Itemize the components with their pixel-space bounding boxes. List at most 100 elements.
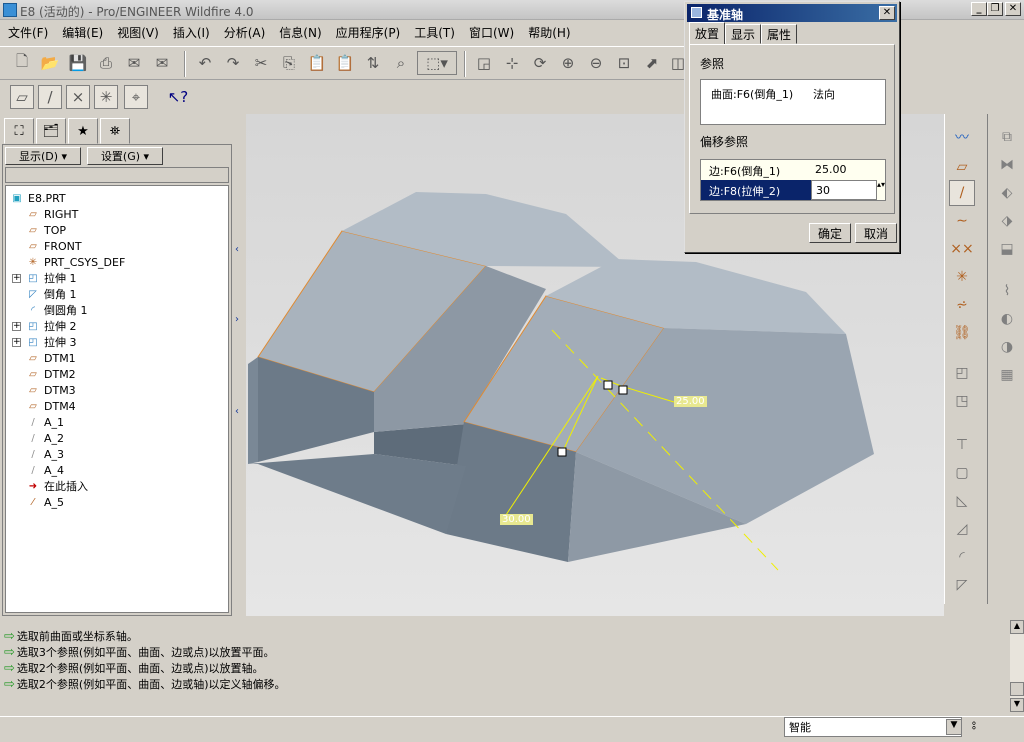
- show-dropdown[interactable]: 显示(D) ▾: [5, 147, 81, 165]
- datum-axis-tool-icon[interactable]: /: [949, 180, 975, 206]
- tree-item[interactable]: ✳ PRT_CSYS_DEF: [26, 254, 126, 270]
- tree-item[interactable]: ▱ DTM3: [26, 382, 76, 398]
- tree-item[interactable]: ◰ 拉伸 1: [26, 270, 76, 286]
- datum-curve-tool-icon[interactable]: ∼: [949, 208, 975, 234]
- print-icon[interactable]: ⎙: [94, 51, 118, 75]
- close-icon[interactable]: ✕: [1005, 2, 1021, 16]
- tree-item[interactable]: ▱ TOP: [26, 222, 66, 238]
- tree-item[interactable]: ⁄ A_5: [26, 494, 64, 510]
- tree-item[interactable]: ▱ RIGHT: [26, 206, 78, 222]
- reference-item-constraint[interactable]: 法向: [813, 86, 835, 102]
- tab-placement[interactable]: 放置: [689, 22, 725, 44]
- dialog-title-bar[interactable]: 基准轴 ✕: [687, 4, 897, 22]
- tree-item[interactable]: ◜ 倒圆角 1: [26, 302, 87, 318]
- trim-icon[interactable]: ⬗: [994, 208, 1020, 234]
- thicken-icon[interactable]: ◑: [994, 334, 1020, 360]
- copy-geometry-icon[interactable]: ⧉: [994, 124, 1020, 150]
- collapse-arrow-icon[interactable]: ‹: [235, 406, 239, 417]
- extrude-tool-icon[interactable]: ◰: [949, 360, 975, 386]
- tree-item[interactable]: ▱ DTM4: [26, 398, 76, 414]
- tree-item[interactable]: / A_4: [26, 462, 64, 478]
- spin-center-icon[interactable]: ⊹: [500, 51, 524, 75]
- solidify-icon[interactable]: ▦: [994, 362, 1020, 388]
- expand-toggle-icon[interactable]: +: [12, 322, 21, 331]
- revolve-tool-icon[interactable]: ◳: [949, 388, 975, 414]
- expand-toggle-icon[interactable]: +: [12, 274, 21, 283]
- expand-arrow-icon[interactable]: ›: [235, 314, 239, 325]
- menu-item[interactable]: 分析(A): [216, 21, 272, 43]
- redo-icon[interactable]: ↷: [221, 51, 245, 75]
- shell-tool-icon[interactable]: ▢: [949, 460, 975, 486]
- point-display-icon[interactable]: ×: [66, 85, 90, 109]
- refit-icon[interactable]: ⊡: [612, 51, 636, 75]
- menu-item[interactable]: 文件(F): [0, 21, 54, 43]
- axis-display-icon[interactable]: /: [38, 85, 62, 109]
- merge-icon[interactable]: ⬖: [994, 180, 1020, 206]
- filter-dropdown-icon[interactable]: ▼: [946, 719, 962, 735]
- tree-item[interactable]: ▣ E8.PRT: [10, 190, 65, 206]
- model-tree-tab-icon[interactable]: ⛶: [4, 118, 34, 144]
- tree-item[interactable]: ➜ 在此插入: [26, 478, 88, 494]
- csys-display-icon[interactable]: ✳: [94, 85, 118, 109]
- tree-item[interactable]: ◰ 拉伸 2: [26, 318, 76, 334]
- menu-item[interactable]: 编辑(E): [54, 21, 109, 43]
- analysis-tool-icon[interactable]: ⩫: [949, 292, 975, 318]
- paste-special-icon[interactable]: 📋: [333, 51, 357, 75]
- menu-item[interactable]: 工具(T): [406, 21, 461, 43]
- dimension-label[interactable]: 30.00: [500, 514, 533, 525]
- regenerate-icon[interactable]: ⇅: [361, 51, 385, 75]
- draft-tool-icon[interactable]: ◿: [949, 516, 975, 542]
- settings-dropdown[interactable]: 设置(G) ▾: [87, 147, 163, 165]
- expand-toggle-icon[interactable]: +: [12, 338, 21, 347]
- restore-icon[interactable]: ❐: [987, 2, 1003, 16]
- tree-item[interactable]: ◰ 拉伸 3: [26, 334, 76, 350]
- menu-item[interactable]: 应用程序(P): [328, 21, 407, 43]
- menu-item[interactable]: 插入(I): [165, 21, 216, 43]
- offset-value-input[interactable]: 30: [811, 180, 877, 200]
- tree-item[interactable]: / A_3: [26, 446, 64, 462]
- open-file-icon[interactable]: 📂: [38, 51, 62, 75]
- datum-point-tool-icon[interactable]: ××: [949, 236, 975, 262]
- repaint-icon[interactable]: ◲: [472, 51, 496, 75]
- tab-display[interactable]: 显示: [725, 24, 761, 44]
- extend-icon[interactable]: ⬓: [994, 236, 1020, 262]
- mirror-icon[interactable]: ⧓: [994, 152, 1020, 178]
- new-file-icon[interactable]: 🗋: [10, 51, 34, 75]
- scroll-up-icon[interactable]: ▲: [1010, 620, 1024, 634]
- offset-spinner-icon[interactable]: ▴▾: [877, 180, 885, 200]
- rib-tool-icon[interactable]: ◺: [949, 488, 975, 514]
- scroll-down-icon[interactable]: ▼: [1010, 698, 1024, 712]
- pattern-icon[interactable]: ⌇: [994, 278, 1020, 304]
- tree-item[interactable]: ◸ 倒角 1: [26, 286, 76, 302]
- send-mail-icon[interactable]: ✉: [122, 51, 146, 75]
- offset-ref-name[interactable]: 边:F6(倒角_1): [701, 160, 811, 180]
- send-link-icon[interactable]: ✉: [150, 51, 174, 75]
- round-tool-icon[interactable]: ◜: [949, 544, 975, 570]
- collapse-arrow-icon[interactable]: ‹: [235, 244, 239, 255]
- tree-item[interactable]: / A_2: [26, 430, 64, 446]
- minimize-icon[interactable]: _: [971, 2, 987, 16]
- menu-item[interactable]: 窗口(W): [461, 21, 520, 43]
- annotation-display-icon[interactable]: ⌖: [124, 85, 148, 109]
- datum-plane-tool-icon[interactable]: ▱: [949, 154, 975, 180]
- orient-mode-icon[interactable]: ⟳: [528, 51, 552, 75]
- csys-tool-icon[interactable]: ✳: [949, 264, 975, 290]
- zoom-in-icon[interactable]: ⊕: [556, 51, 580, 75]
- reference-item-name[interactable]: 曲面:F6(倒角_1): [711, 86, 793, 102]
- selection-filter-select[interactable]: 智能: [784, 717, 962, 737]
- favorites-tab-icon[interactable]: ★: [68, 118, 98, 144]
- tree-item[interactable]: / A_1: [26, 414, 64, 430]
- undo-icon[interactable]: ↶: [193, 51, 217, 75]
- scroll-thumb[interactable]: [1010, 682, 1024, 696]
- find-icon[interactable]: ⌕: [389, 51, 413, 75]
- offset-icon[interactable]: ◐: [994, 306, 1020, 332]
- paste-icon[interactable]: 📋: [305, 51, 329, 75]
- chain-tool-icon[interactable]: ⛓: [949, 320, 975, 346]
- cut-icon[interactable]: ✂: [249, 51, 273, 75]
- menu-item[interactable]: 视图(V): [109, 21, 165, 43]
- menu-item[interactable]: 帮助(H): [520, 21, 576, 43]
- plane-display-icon[interactable]: ▱: [10, 85, 34, 109]
- folder-browser-tab-icon[interactable]: 🗂: [36, 118, 66, 144]
- dimension-label[interactable]: 25.00: [674, 396, 707, 407]
- references-list[interactable]: 曲面:F6(倒角_1) 法向: [700, 79, 886, 125]
